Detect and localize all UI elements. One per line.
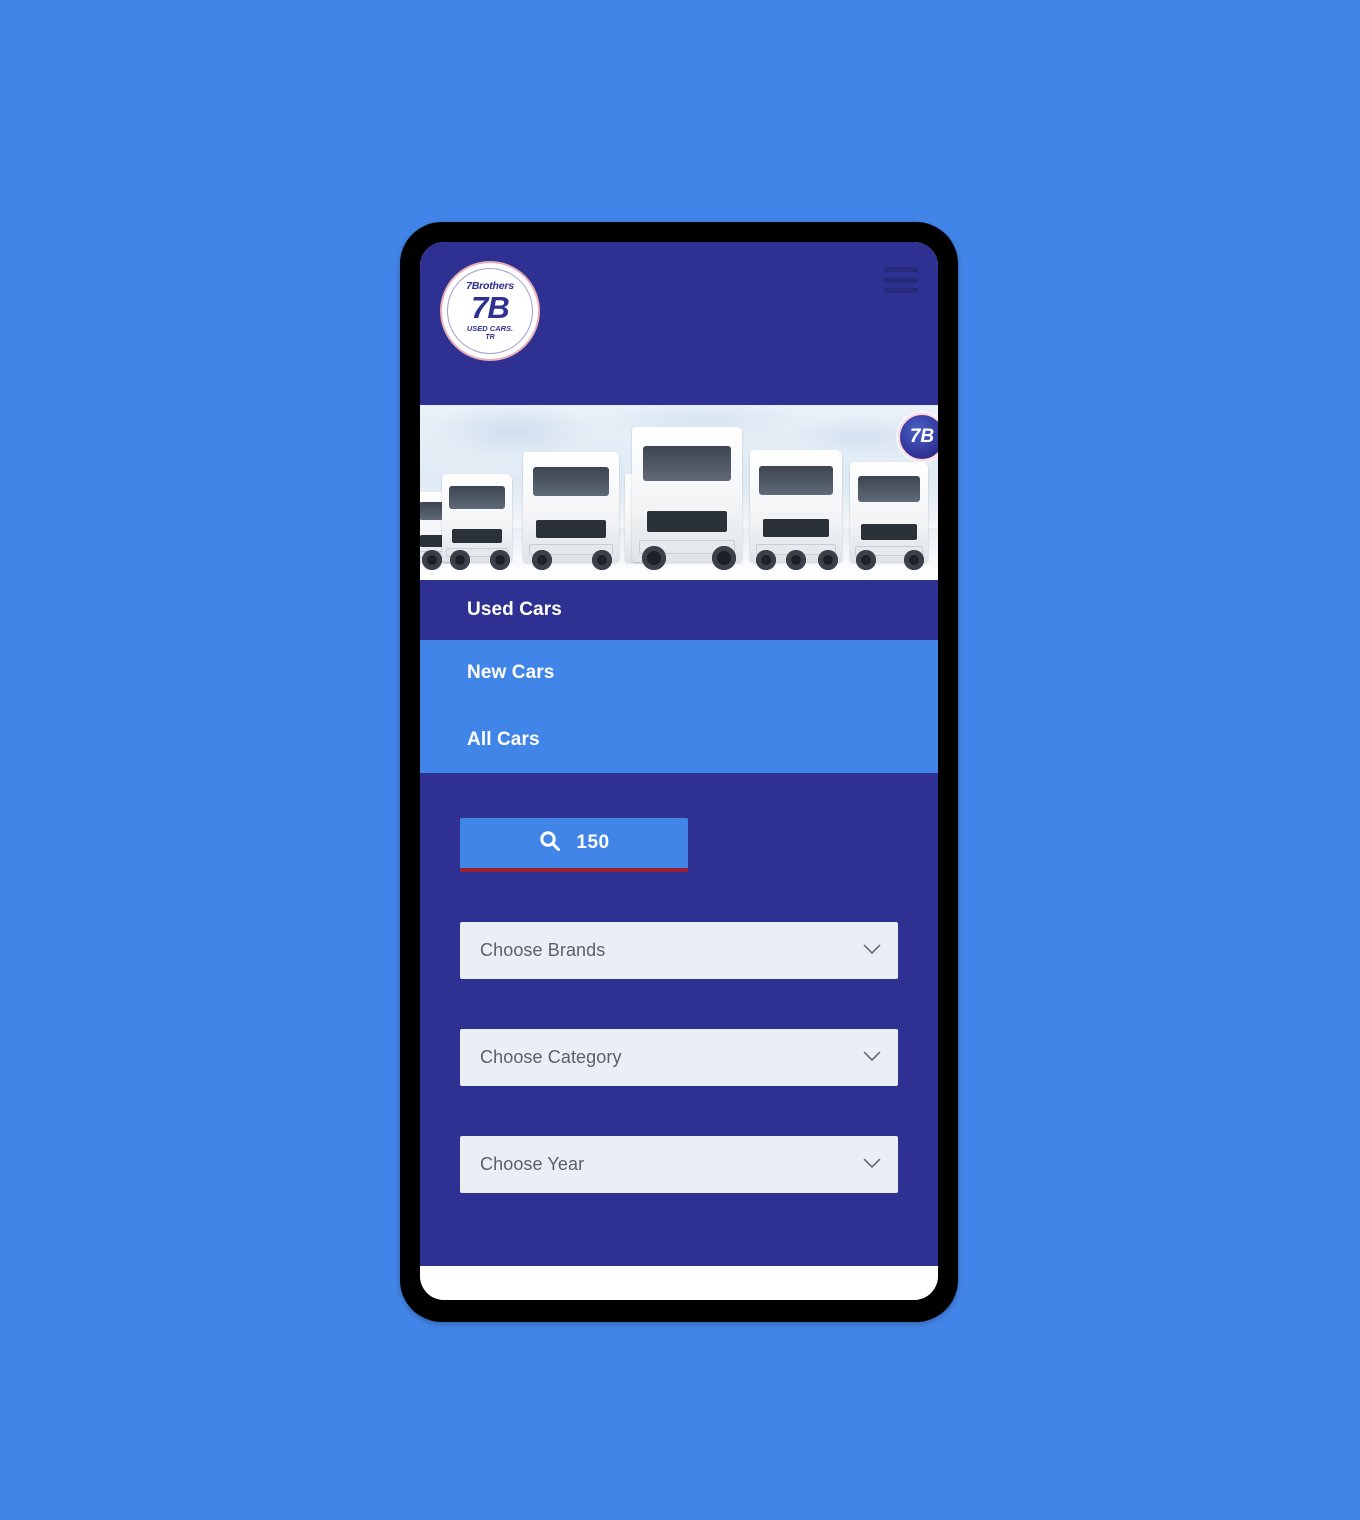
nav-item-all-cars[interactable]: All Cars — [420, 706, 938, 773]
choose-brands-select[interactable]: Choose Brands — [460, 922, 898, 979]
hero-7b-watermark-badge: 7B — [898, 413, 938, 461]
choose-category-label: Choose Category — [480, 1047, 622, 1067]
truck-grille — [860, 524, 918, 540]
filter-panel: 150 Choose Brands Choose Category Choose… — [420, 773, 938, 1300]
nav-item-label: Used Cars — [467, 599, 562, 620]
choose-year-select[interactable]: Choose Year — [460, 1136, 898, 1193]
search-result-count: 150 — [576, 832, 610, 853]
truck-window — [643, 445, 731, 481]
logo-bottom-line2: TR — [485, 333, 495, 341]
screen-bottom-strip — [420, 1266, 938, 1300]
truck-wheel — [592, 550, 612, 570]
app-header: 7Brothers 7B USED CARS. TR — [420, 242, 938, 405]
truck-wheel — [818, 550, 838, 570]
logo-main-text: 7B — [471, 290, 510, 326]
hamburger-bar-2 — [884, 277, 918, 283]
truck-window — [449, 486, 505, 510]
hero-banner: 7B — [420, 405, 938, 580]
truck-vehicle — [523, 452, 619, 562]
truck-wheel — [904, 550, 924, 570]
chevron-down-icon — [863, 942, 881, 960]
truck-wheel — [712, 546, 736, 570]
truck-window — [857, 476, 921, 502]
truck-wheel — [490, 550, 510, 570]
truck-grille — [647, 510, 727, 533]
nav-item-new-cars[interactable]: New Cars — [420, 640, 938, 706]
choose-year-label: Choose Year — [480, 1154, 585, 1174]
truck-vehicle — [850, 462, 928, 562]
logo-bottom-text: USED CARS. TR — [467, 325, 513, 341]
truck-wheel — [856, 550, 876, 570]
search-button[interactable]: 150 — [460, 818, 688, 872]
truck-wheel — [450, 550, 470, 570]
truck-window — [759, 465, 833, 495]
search-icon — [538, 829, 562, 858]
chevron-down-icon — [863, 1156, 881, 1174]
logo-bottom-line1: USED CARS. — [466, 324, 514, 334]
truck-grille — [451, 528, 503, 543]
nav-item-label: All Cars — [467, 728, 540, 750]
filter-select-group: Choose Brands Choose Category Choose Yea… — [420, 922, 938, 1193]
choose-brands-label: Choose Brands — [480, 940, 606, 960]
category-nav-list: Used Cars New Cars All Cars — [420, 580, 938, 773]
truck-grille — [762, 519, 830, 538]
hamburger-bar-1 — [884, 267, 918, 272]
chevron-down-icon — [863, 1049, 881, 1067]
nav-item-used-cars[interactable]: Used Cars — [420, 580, 938, 640]
truck-vehicle — [632, 427, 742, 562]
nav-item-label: New Cars — [467, 662, 555, 683]
choose-category-select[interactable]: Choose Category — [460, 1029, 898, 1086]
truck-grille — [536, 520, 606, 538]
truck-wheel — [532, 550, 552, 570]
phone-device-frame: 7Brothers 7B USED CARS. TR 7B Used Cars … — [400, 222, 958, 1322]
brand-logo[interactable]: 7Brothers 7B USED CARS. TR — [440, 261, 540, 361]
truck-wheel — [642, 546, 666, 570]
truck-vehicle — [442, 474, 512, 562]
hamburger-menu-icon[interactable] — [884, 267, 918, 293]
truck-wheel — [756, 550, 776, 570]
phone-screen: 7Brothers 7B USED CARS. TR 7B Used Cars … — [420, 242, 938, 1300]
truck-wheel — [422, 550, 442, 570]
hamburger-bar-3 — [884, 288, 918, 293]
truck-window — [532, 467, 610, 496]
truck-vehicle — [750, 450, 842, 562]
truck-wheel — [786, 550, 806, 570]
